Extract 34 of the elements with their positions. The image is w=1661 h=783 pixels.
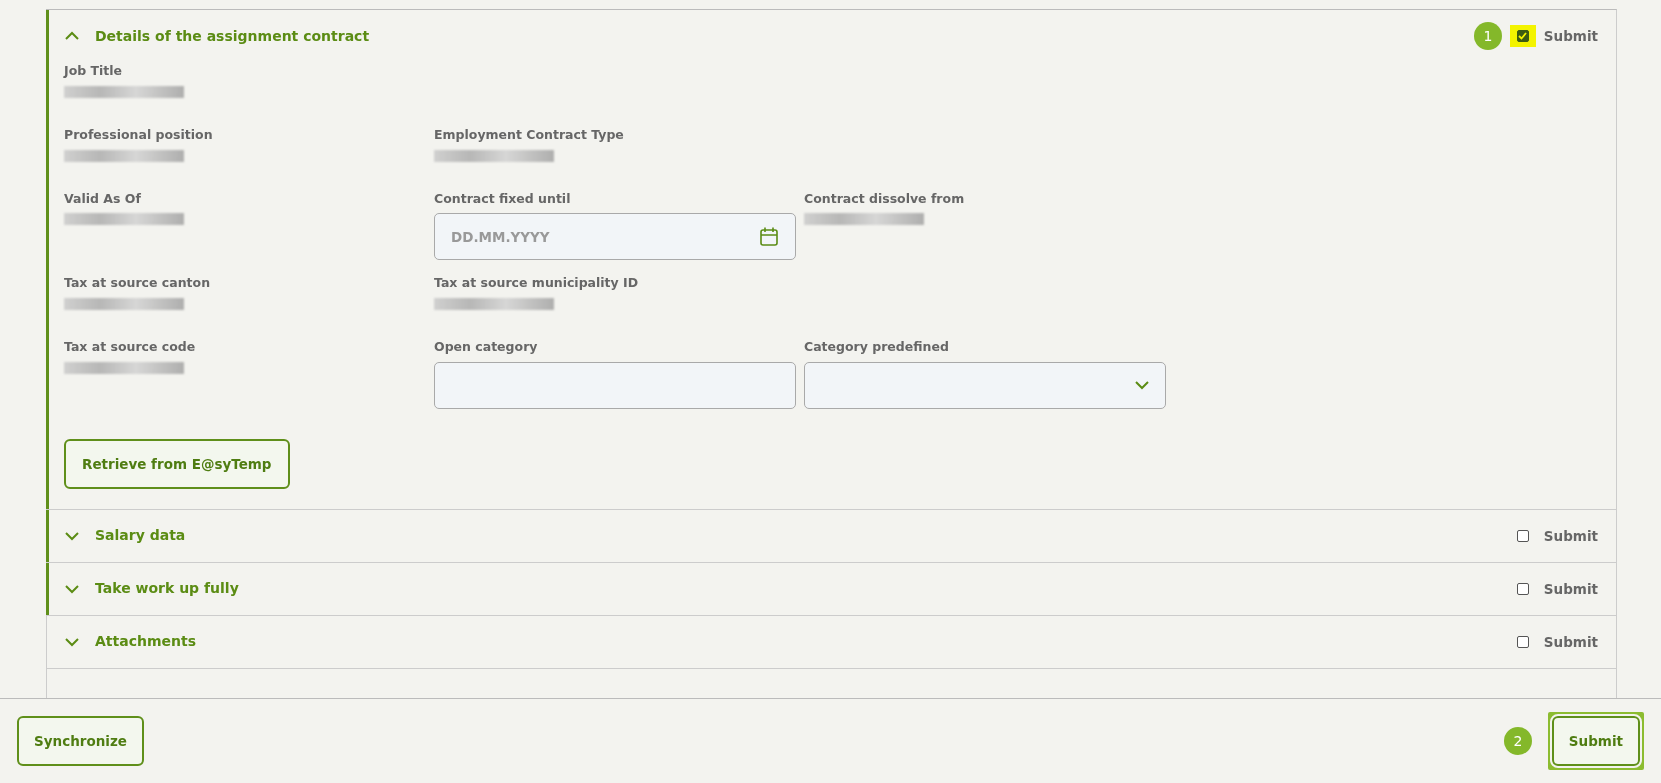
checkbox-label: Submit (1543, 26, 1598, 46)
text-field[interactable] (434, 361, 796, 409)
field-label: Professional position (64, 125, 214, 144)
calendar-icon[interactable] (759, 226, 779, 248)
submit-button[interactable]: Submit (1551, 716, 1640, 766)
placeholder-text: DD.MM.YYYY (451, 227, 550, 247)
field-label: Open category (434, 338, 539, 356)
field-label: Tax at source municipality ID (434, 274, 640, 293)
field-label: Job Title (64, 62, 124, 80)
field-label: Contract dissolve from (804, 189, 966, 208)
field-label: Employment Contract Type (434, 125, 625, 144)
field-label: Tax at source canton (64, 274, 212, 293)
chevron-down-icon (1135, 380, 1149, 391)
dropdown-field[interactable] (804, 361, 1166, 409)
submit-checkbox[interactable] (1516, 30, 1529, 42)
checkbox-label: Submit (1543, 579, 1598, 599)
section-title[interactable]: Attachments (95, 631, 196, 653)
step-marker: 2 (1503, 727, 1532, 755)
retrieve-button[interactable]: Retrieve from E@syTemp (64, 438, 290, 489)
section-title[interactable]: Take work up fully (95, 578, 239, 600)
submit-checkbox[interactable] (1516, 529, 1529, 542)
field-label: Valid As Of (64, 189, 142, 208)
section-title[interactable]: Details of the assignment contract (95, 25, 370, 47)
field-label: Tax at source code (64, 338, 197, 356)
checkbox-label: Submit (1543, 526, 1598, 546)
step-marker: 1 (1473, 22, 1502, 50)
section-title[interactable]: Salary data (95, 525, 186, 547)
date-field[interactable]: DD.MM.YYYY (434, 213, 796, 261)
submit-checkbox[interactable] (1516, 582, 1529, 595)
checkbox-label: Submit (1543, 632, 1598, 652)
field-label: Contract fixed until (434, 189, 572, 208)
submit-checkbox[interactable] (1516, 635, 1529, 648)
field-label: Category predefined (804, 338, 950, 356)
synchronize-button[interactable]: Synchronize (17, 716, 144, 766)
